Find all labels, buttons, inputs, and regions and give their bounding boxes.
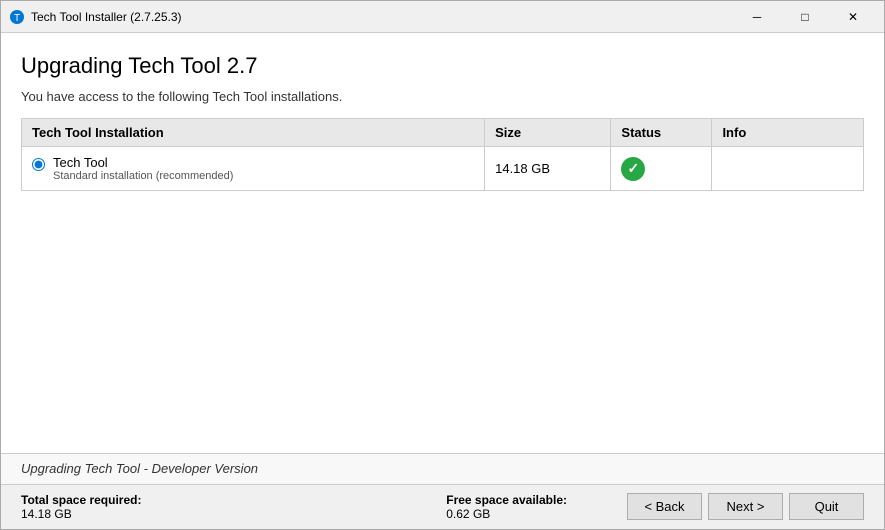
status-bar: Upgrading Tech Tool - Developer Version [1,453,884,484]
footer-buttons: < Back Next > Quit [627,493,864,520]
svg-text:T: T [14,13,20,24]
quit-button[interactable]: Quit [789,493,864,520]
table-row: Tech Tool Standard installation (recomme… [22,147,864,191]
total-space-block: Total space required: 14.18 GB [21,493,141,521]
back-button[interactable]: < Back [627,493,702,520]
free-space-block: Free space available: 0.62 GB [446,493,567,521]
info-cell [712,147,864,191]
col-header-status: Status [611,119,712,147]
title-bar-left: T Tech Tool Installer (2.7.25.3) [9,9,182,25]
col-header-info: Info [712,119,864,147]
col-header-installation: Tech Tool Installation [22,119,485,147]
close-button[interactable]: ✕ [830,1,876,33]
status-text: Upgrading Tech Tool - Developer Version [21,461,258,476]
space-info: Total space required: 14.18 GB [21,493,141,521]
next-button[interactable]: Next > [708,493,783,520]
main-window: T Tech Tool Installer (2.7.25.3) ─ □ ✕ U… [0,0,885,530]
title-bar-text: Tech Tool Installer (2.7.25.3) [31,10,182,24]
size-cell: 14.18 GB [485,147,611,191]
col-header-size: Size [485,119,611,147]
status-check-icon: ✓ [621,157,645,181]
installation-name: Tech Tool [53,155,233,170]
footer: Total space required: 14.18 GB Free spac… [1,484,884,529]
title-bar: T Tech Tool Installer (2.7.25.3) ─ □ ✕ [1,1,884,33]
status-cell: ✓ [611,147,712,191]
installation-table: Tech Tool Installation Size Status Info … [21,118,864,191]
installation-cell: Tech Tool Standard installation (recomme… [22,147,485,191]
installation-subtext: Standard installation (recommended) [53,170,233,182]
free-space-label: Free space available: [446,493,567,507]
content-area: Upgrading Tech Tool 2.7 You have access … [1,33,884,453]
page-subtitle: You have access to the following Tech To… [21,89,864,104]
content-spacer [21,191,864,453]
title-bar-controls: ─ □ ✕ [734,1,876,33]
page-title: Upgrading Tech Tool 2.7 [21,53,864,79]
minimize-button[interactable]: ─ [734,1,780,33]
total-space-label: Total space required: [21,493,141,507]
total-space-value: 14.18 GB [21,507,141,521]
maximize-button[interactable]: □ [782,1,828,33]
installation-radio[interactable] [32,158,45,171]
free-space-value: 0.62 GB [446,507,567,521]
app-icon: T [9,9,25,25]
